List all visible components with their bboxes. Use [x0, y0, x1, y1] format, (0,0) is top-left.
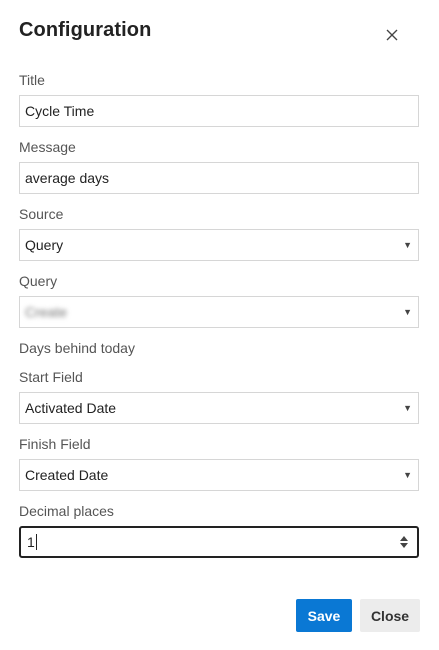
decimal-places-value: 1 — [27, 534, 35, 550]
message-input-value: average days — [25, 170, 110, 186]
dropdown-arrow-icon: ▼ — [403, 240, 412, 250]
dialog-title: Configuration — [19, 19, 152, 41]
text-caret — [35, 534, 37, 550]
source-label: Source — [19, 206, 64, 222]
dropdown-arrow-icon: ▼ — [403, 307, 412, 317]
dropdown-arrow-icon: ▼ — [403, 470, 412, 480]
start-field-select-value: Activated Date — [25, 400, 117, 416]
query-select-value: Create — [25, 304, 68, 320]
close-button[interactable]: Close — [360, 599, 420, 632]
number-spinner-icon[interactable] — [399, 534, 409, 550]
query-select[interactable]: Create ▼ — [19, 296, 419, 328]
finish-field-label: Finish Field — [19, 436, 91, 452]
finish-field-select[interactable]: Created Date ▼ — [19, 459, 419, 491]
decimal-places-input[interactable]: 1 — [19, 526, 419, 558]
configuration-dialog: Configuration Title Cycle Time Message a… — [0, 0, 439, 650]
message-label: Message — [19, 139, 76, 155]
title-input[interactable]: Cycle Time — [19, 95, 419, 127]
dropdown-arrow-icon: ▼ — [403, 403, 412, 413]
days-behind-label: Days behind today — [19, 340, 135, 356]
query-label: Query — [19, 273, 58, 289]
finish-field-select-value: Created Date — [25, 467, 109, 483]
title-input-value: Cycle Time — [25, 103, 95, 119]
source-select[interactable]: Query ▼ — [19, 229, 419, 261]
title-label: Title — [19, 72, 45, 88]
message-input[interactable]: average days — [19, 162, 419, 194]
decimal-places-label: Decimal places — [19, 503, 114, 519]
start-field-label: Start Field — [19, 369, 83, 385]
start-field-select[interactable]: Activated Date ▼ — [19, 392, 419, 424]
save-button[interactable]: Save — [296, 599, 352, 632]
close-icon[interactable] — [382, 25, 402, 45]
source-select-value: Query — [25, 237, 64, 253]
